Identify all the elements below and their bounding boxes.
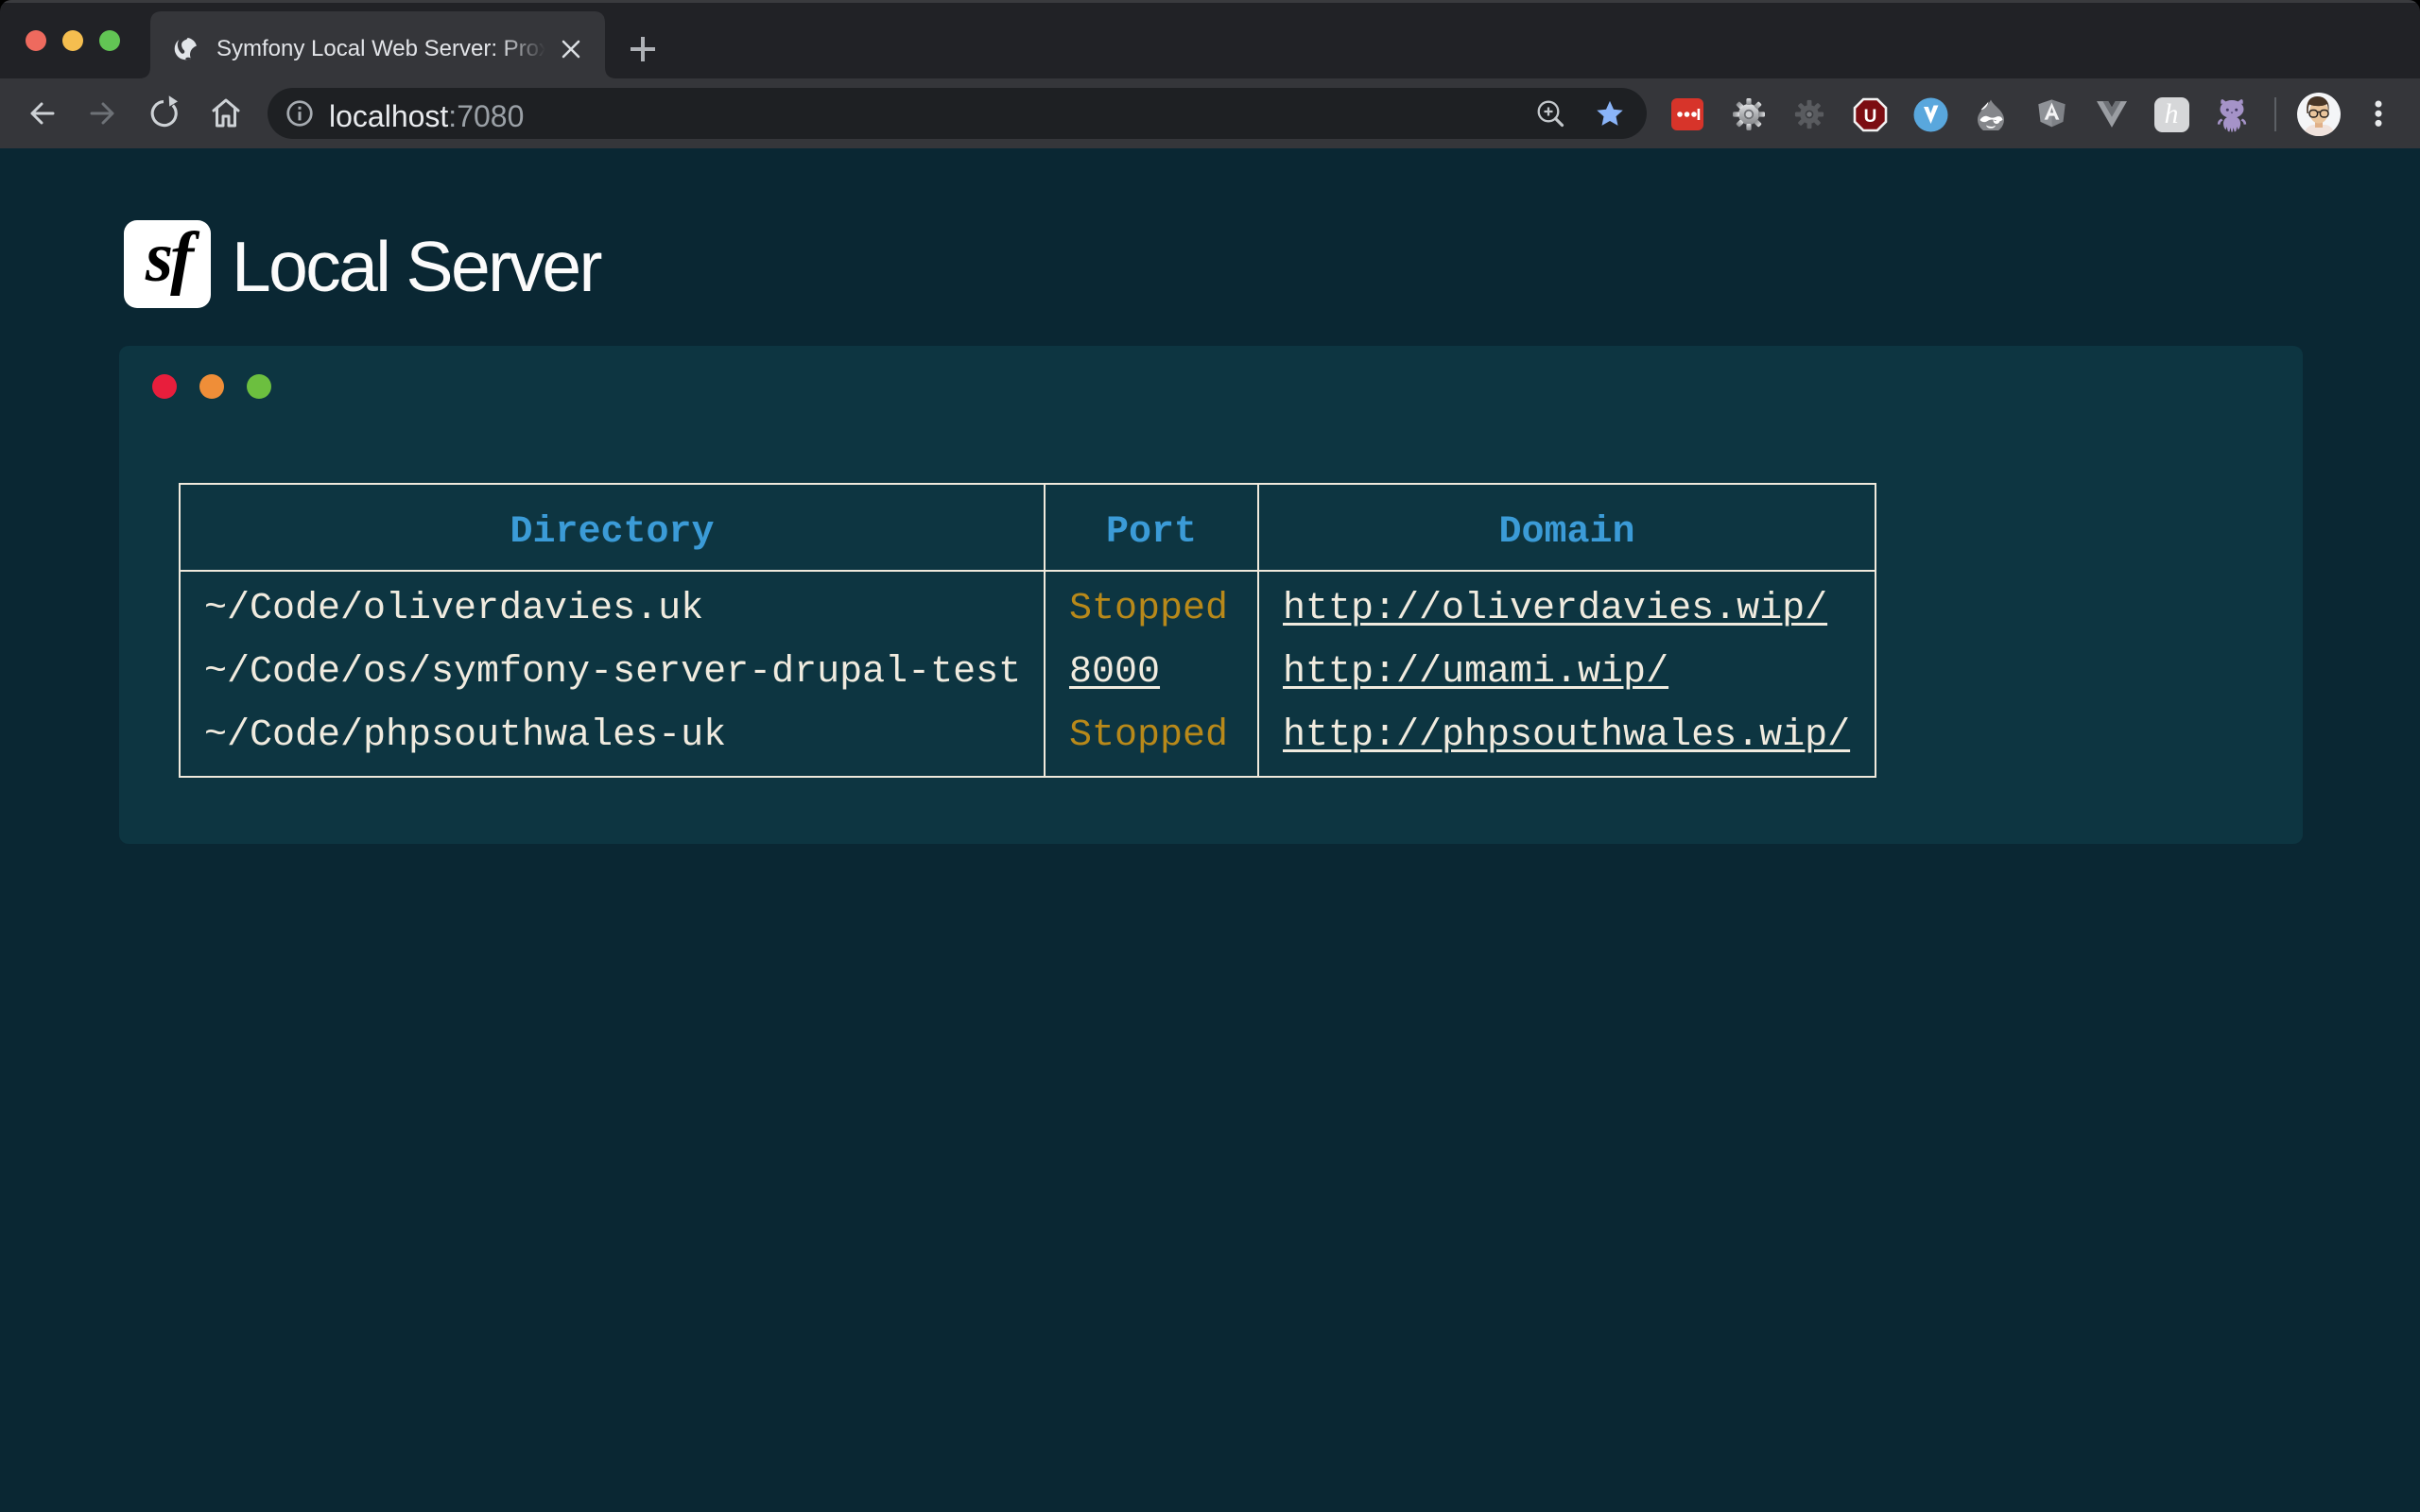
svg-text:h: h	[2165, 98, 2179, 129]
svg-text:sf: sf	[145, 220, 200, 297]
svg-text:U: U	[1864, 107, 1877, 127]
